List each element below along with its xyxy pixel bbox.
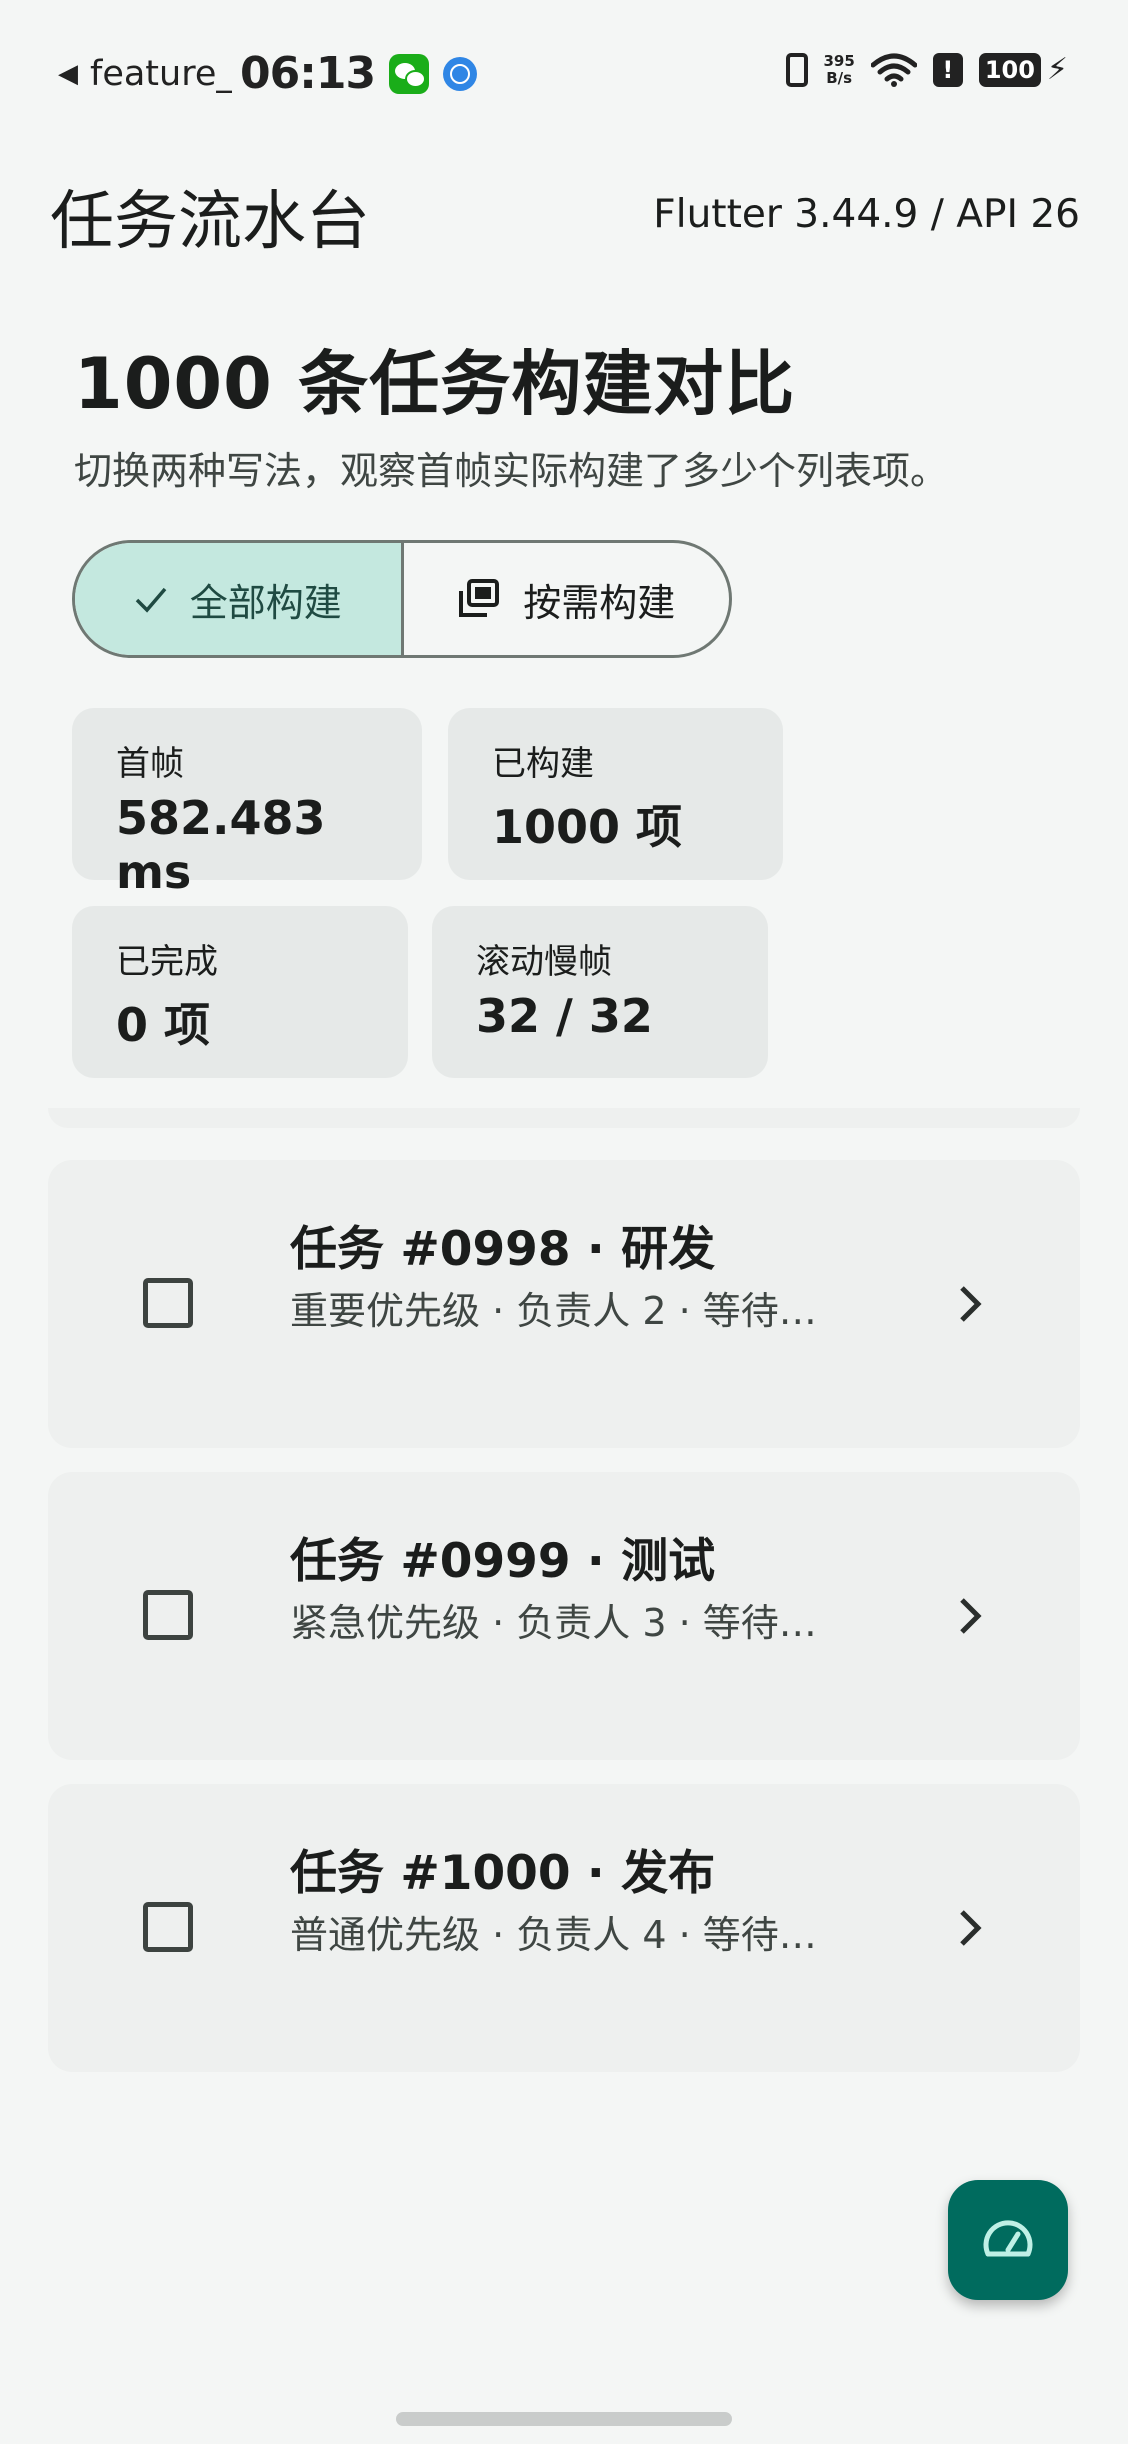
stat-value: 582.483 ms — [116, 791, 326, 899]
net-speed-unit: B/s — [826, 68, 853, 87]
stat-value: 1000 项 — [492, 800, 683, 854]
status-bar: ◀ feature_ 06:13 395 B/s ! 100 ⚡ — [0, 0, 1128, 150]
stat-card-slow-frames: 滚动慢帧 32 / 32 — [432, 906, 768, 1078]
wifi-icon — [870, 53, 917, 87]
task-meta: 重要优先级 · 负责人 2 · 等待… — [290, 1289, 817, 1333]
wechat-icon — [389, 53, 430, 94]
version-label: Flutter 3.44.9 / API 26 — [653, 192, 1080, 237]
stat-card-completed: 已完成 0 项 — [72, 906, 408, 1078]
task-meta: 普通优先级 · 负责人 4 · 等待… — [290, 1913, 817, 1957]
stat-card-built: 已构建 1000 项 — [448, 708, 783, 880]
build-mode-segmented-control: 全部构建 按需构建 — [72, 540, 732, 658]
status-time: 06:13 — [240, 48, 376, 99]
copy-icon — [459, 579, 500, 617]
net-speed-value: 395 — [823, 51, 855, 70]
stat-label: 已完成 — [116, 942, 218, 982]
stat-card-first-frame: 首帧 582.483 ms — [72, 708, 422, 899]
app-title: 任务流水台 — [50, 185, 370, 259]
segment-build-all[interactable]: 全部构建 — [75, 543, 404, 655]
task-list-item[interactable]: 任务 #0998 · 研发 重要优先级 · 负责人 2 · 等待… — [48, 1160, 1080, 1448]
task-checkbox[interactable] — [143, 1590, 193, 1640]
home-indicator[interactable] — [396, 2412, 732, 2426]
performance-fab-button[interactable] — [948, 2180, 1068, 2300]
page-subtitle: 切换两种写法，观察首帧实际构建了多少个列表项。 — [74, 449, 949, 493]
alert-icon: ! — [932, 52, 963, 87]
task-list-item[interactable]: 任务 #1000 · 发布 普通优先级 · 负责人 4 · 等待… — [48, 1784, 1080, 2072]
task-title: 任务 #0998 · 研发 — [290, 1222, 716, 1277]
task-title: 任务 #0999 · 测试 — [290, 1534, 716, 1589]
segment-build-on-demand-label: 按需构建 — [523, 580, 676, 625]
stat-value: 32 / 32 — [476, 989, 653, 1043]
stat-label: 首帧 — [116, 744, 184, 784]
back-to-app-icon[interactable]: ◀ — [58, 59, 78, 89]
task-checkbox[interactable] — [143, 1278, 193, 1328]
stat-label: 已构建 — [492, 744, 594, 784]
segment-build-on-demand[interactable]: 按需构建 — [404, 543, 730, 655]
list-item-partial — [48, 1108, 1080, 1128]
check-icon — [135, 587, 167, 613]
chevron-right-icon — [960, 1598, 982, 1634]
chevron-right-icon — [960, 1910, 982, 1946]
charging-icon: ⚡ — [1046, 52, 1068, 87]
task-checkbox[interactable] — [143, 1902, 193, 1952]
speedometer-icon — [983, 2220, 1033, 2257]
status-app-name[interactable]: feature_ — [90, 54, 232, 94]
globe-icon — [443, 56, 478, 91]
task-title: 任务 #1000 · 发布 — [290, 1846, 716, 1901]
vibrate-icon — [785, 52, 808, 87]
task-list-item[interactable]: 任务 #0999 · 测试 紧急优先级 · 负责人 3 · 等待… — [48, 1472, 1080, 1760]
battery-icon: 100 — [978, 52, 1041, 87]
segment-build-all-label: 全部构建 — [189, 580, 342, 625]
chevron-right-icon — [960, 1286, 982, 1322]
task-meta: 紧急优先级 · 负责人 3 · 等待… — [290, 1601, 817, 1645]
status-bar-right: 395 B/s ! 100 ⚡ — [785, 51, 1068, 87]
page-title: 1000 条任务构建对比 — [74, 343, 796, 425]
stat-label: 滚动慢帧 — [476, 942, 612, 982]
stat-value: 0 项 — [116, 998, 211, 1052]
net-speed: 395 B/s — [823, 51, 855, 87]
status-bar-left: ◀ feature_ 06:13 — [58, 48, 478, 99]
